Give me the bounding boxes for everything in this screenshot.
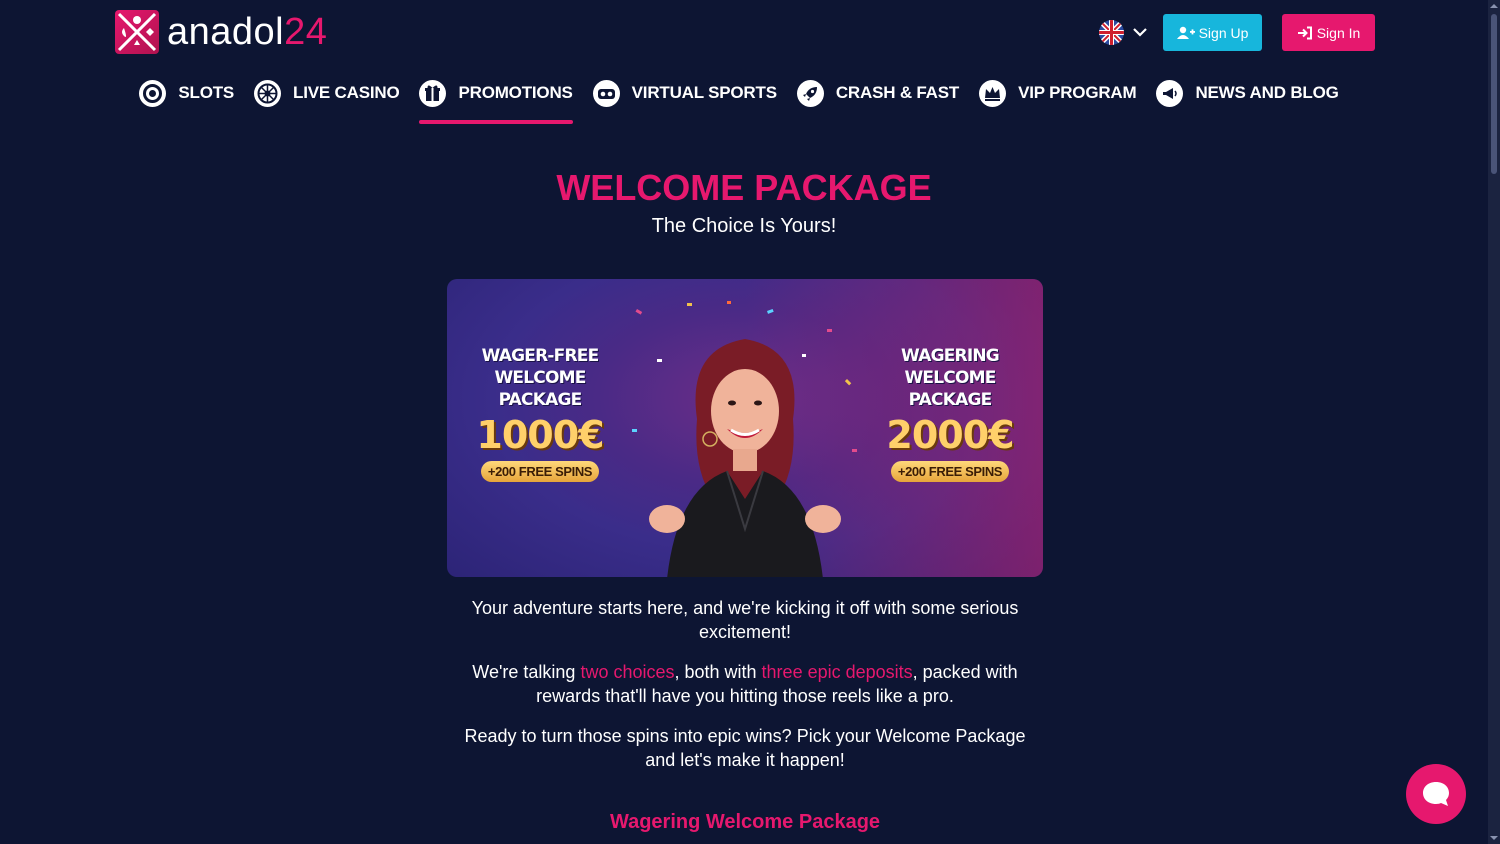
intro-paragraph-1: Your adventure starts here, and we're ki…	[471, 598, 1019, 642]
page-scrollbar[interactable]	[1488, 0, 1500, 844]
sign-up-button[interactable]: Sign Up	[1163, 14, 1262, 51]
section-title-wagering: Wagering Welcome Package	[609, 811, 881, 833]
brand-name: anadol24	[167, 10, 327, 54]
sign-up-label: Sign Up	[1198, 24, 1249, 41]
sign-in-icon	[1297, 26, 1312, 39]
rocket-icon	[796, 79, 824, 107]
wagering-offer[interactable]: WAGERING WELCOME PACKAGE 2000€ +200 FREE…	[865, 345, 1035, 482]
brand-name-accent: 24	[284, 11, 328, 53]
wager-free-offer[interactable]: WAGER-FREE WELCOME PACKAGE 1000€ +200 FR…	[455, 345, 625, 482]
chevron-down-icon	[1132, 24, 1148, 42]
logo-mark-icon	[115, 10, 159, 54]
nav-item-live-casino[interactable]: LIVE CASINO	[254, 76, 400, 110]
sign-in-label: Sign In	[1316, 24, 1361, 41]
wager-free-line2: WELCOME PACKAGE	[494, 368, 586, 410]
megaphone-icon	[1156, 79, 1184, 107]
page-title: WELCOME PACKAGE	[556, 167, 932, 208]
wager-free-line1: WAGER-FREE	[481, 346, 600, 366]
intro-paragraph-3: Ready to turn those spins into epic wins…	[464, 726, 1026, 770]
wagering-spins-badge: +200 FREE SPINS	[890, 461, 1010, 482]
site-header: anadol24 Sign Up Sign In SLOTS LIVE CASI…	[0, 0, 1488, 130]
language-selector[interactable]	[1099, 20, 1148, 45]
wagering-line2: WELCOME PACKAGE	[904, 368, 996, 410]
wagering-amount: 2000€	[886, 413, 1014, 457]
crown-icon	[979, 79, 1007, 107]
wagering-line1: WAGERING	[901, 346, 1000, 366]
nav-label-virtual-sports: VIRTUAL SPORTS	[631, 83, 777, 102]
three-deposits-highlight: three epic deposits	[761, 662, 913, 682]
nav-label-promotions: PROMOTIONS	[458, 83, 573, 102]
nav-label-live-casino: LIVE CASINO	[293, 83, 400, 102]
nav-item-crash-fast[interactable]: CRASH & FAST	[796, 76, 960, 110]
vr-goggles-icon	[592, 79, 620, 107]
nav-item-promotions[interactable]: PROMOTIONS	[419, 76, 573, 124]
nav-label-vip-program: VIP PROGRAM	[1018, 83, 1137, 102]
nav-item-slots[interactable]: SLOTS	[139, 76, 234, 110]
uk-flag-icon	[1099, 20, 1124, 45]
nav-label-news-blog: NEWS AND BLOG	[1195, 83, 1339, 102]
wager-free-spins-badge: +200 FREE SPINS	[480, 461, 600, 482]
para2-text-a: We're talking	[472, 662, 581, 682]
roulette-icon	[254, 79, 282, 107]
scroll-up-arrow-icon[interactable]	[1490, 2, 1498, 10]
welcome-banner[interactable]: WAGER-FREE WELCOME PACKAGE 1000€ +200 FR…	[447, 279, 1043, 577]
nav-label-slots: SLOTS	[178, 83, 235, 102]
wager-free-amount: 1000€	[476, 413, 604, 457]
add-user-icon	[1176, 26, 1195, 39]
intro-copy: Your adventure starts here, and we're ki…	[450, 596, 1040, 788]
page-subtitle: The Choice Is Yours!	[651, 215, 837, 237]
live-chat-button[interactable]	[1406, 764, 1466, 824]
para2-text-b: , both with	[674, 662, 762, 682]
scrollbar-thumb[interactable]	[1491, 14, 1497, 174]
main-nav: SLOTS LIVE CASINO PROMOTIONS VIRTUAL SPO…	[0, 76, 1488, 124]
intro-paragraph-2: We're talking two choices, both with thr…	[450, 660, 1040, 708]
nav-item-vip-program[interactable]: VIP PROGRAM	[979, 76, 1137, 110]
main-content: WELCOME PACKAGE The Choice Is Yours! WAG…	[0, 130, 1488, 833]
brand-logo[interactable]: anadol24	[115, 10, 327, 54]
sign-in-button[interactable]: Sign In	[1282, 14, 1375, 51]
nav-item-virtual-sports[interactable]: VIRTUAL SPORTS	[592, 76, 777, 110]
nav-label-crash-fast: CRASH & FAST	[835, 83, 960, 102]
gift-icon	[419, 79, 447, 107]
celebrating-woman-image	[632, 301, 857, 577]
nav-item-news-blog[interactable]: NEWS AND BLOG	[1156, 76, 1339, 110]
brand-name-main: anadol	[167, 11, 285, 53]
slots-chip-icon	[139, 79, 167, 107]
chat-bubble-icon	[1423, 782, 1449, 806]
two-choices-highlight: two choices	[580, 662, 675, 682]
scroll-down-arrow-icon[interactable]	[1490, 834, 1498, 842]
